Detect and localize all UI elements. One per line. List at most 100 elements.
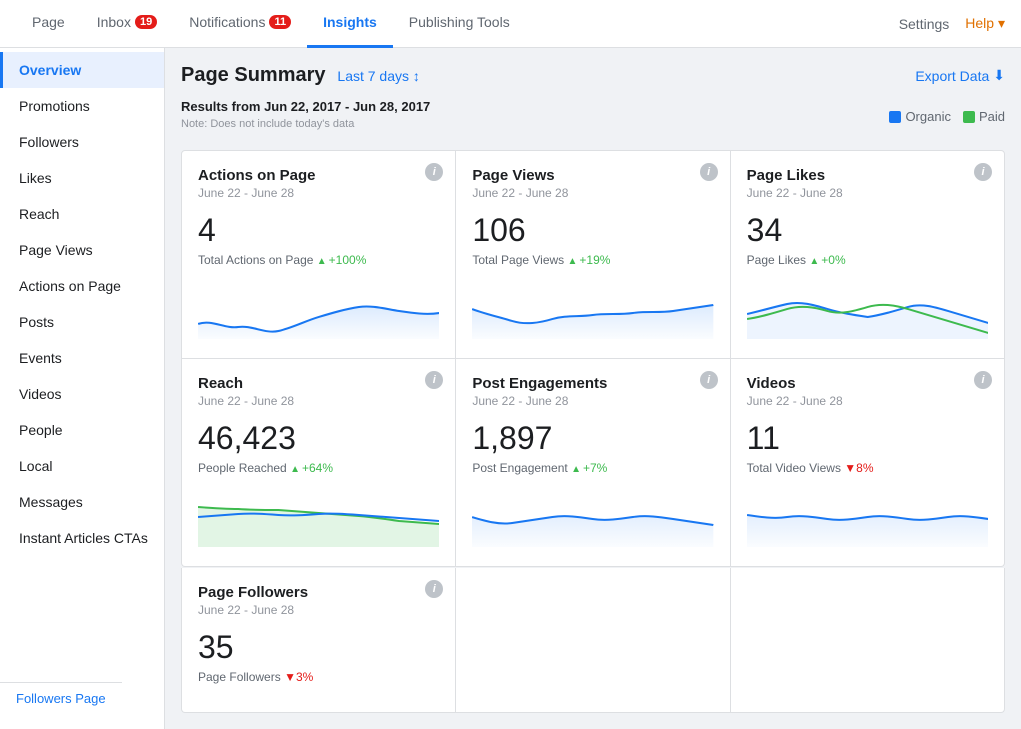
sidebar-item-events[interactable]: Events [0, 340, 164, 376]
sidebar-item-actions-on-page[interactable]: Actions on Page [0, 268, 164, 304]
trend-page-likes: +0% [809, 253, 845, 267]
card-label-actions: Total Actions on Page +100% [198, 253, 439, 267]
sidebar-item-promotions[interactable]: Promotions [0, 88, 164, 124]
nav-page[interactable]: Page [16, 0, 81, 48]
sparkline-videos [747, 487, 988, 547]
legend-paid: Paid [963, 109, 1005, 124]
card-value-page-views: 106 [472, 212, 713, 249]
card-page-followers: i Page Followers June 22 - June 28 35 Pa… [182, 568, 455, 712]
sidebar-item-local[interactable]: Local [0, 448, 164, 484]
main-layout: Overview Promotions Followers Likes Reac… [0, 48, 1021, 729]
card-value-page-likes: 34 [747, 212, 988, 249]
settings-link[interactable]: Settings [899, 16, 950, 32]
sidebar-item-reach[interactable]: Reach [0, 196, 164, 232]
nav-notifications[interactable]: Notifications 11 [173, 0, 307, 48]
empty-card-1 [456, 568, 729, 712]
top-nav-right: Settings Help ▾ [899, 15, 1005, 32]
followers-page-link[interactable]: Followers Page [0, 682, 122, 714]
date-range-selector[interactable]: Last 7 days ↕ [337, 68, 420, 84]
export-data-button[interactable]: Export Data ⬇ [915, 67, 1005, 84]
bottom-cards-row: i Page Followers June 22 - June 28 35 Pa… [181, 568, 1005, 713]
sidebar-item-people[interactable]: People [0, 412, 164, 448]
legend: Organic Paid [889, 109, 1005, 124]
info-icon-videos[interactable]: i [974, 371, 992, 389]
empty-card-2 [731, 568, 1004, 712]
card-title-page-followers: Page Followers [198, 584, 439, 601]
sparkline-post-engagements [472, 487, 713, 547]
info-icon-reach[interactable]: i [425, 371, 443, 389]
trend-page-followers: ▼3% [284, 670, 313, 684]
inbox-badge: 19 [135, 15, 157, 29]
card-label-page-followers: Page Followers ▼3% [198, 670, 439, 684]
sidebar-item-instant-articles[interactable]: Instant Articles CTAs [0, 520, 164, 556]
nav-insights[interactable]: Insights [307, 0, 393, 48]
card-date-reach: June 22 - June 28 [198, 394, 439, 408]
card-actions-on-page: i Actions on Page June 22 - June 28 4 To… [182, 151, 455, 358]
trend-post-engagements: +7% [571, 461, 607, 475]
card-value-page-followers: 35 [198, 629, 439, 666]
card-title-post-engagements: Post Engagements [472, 375, 713, 392]
card-date-actions: June 22 - June 28 [198, 186, 439, 200]
sparkline-page-likes [747, 279, 988, 339]
sidebar-item-posts[interactable]: Posts [0, 304, 164, 340]
card-date-page-views: June 22 - June 28 [472, 186, 713, 200]
card-date-videos: June 22 - June 28 [747, 394, 988, 408]
card-title-reach: Reach [198, 375, 439, 392]
organic-color-dot [889, 111, 901, 123]
top-nav-left: Page Inbox 19 Notifications 11 Insights … [16, 0, 526, 48]
sidebar: Overview Promotions Followers Likes Reac… [0, 48, 165, 729]
info-icon-page-views[interactable]: i [700, 163, 718, 181]
card-label-page-views: Total Page Views +19% [472, 253, 713, 267]
card-title-page-likes: Page Likes [747, 167, 988, 184]
results-text-group: Results from Jun 22, 2017 - Jun 28, 2017… [181, 99, 430, 134]
nav-publishing-tools[interactable]: Publishing Tools [393, 0, 526, 48]
sparkline-reach [198, 487, 439, 547]
summary-header: Page Summary Last 7 days ↕ Export Data ⬇ [181, 64, 1005, 87]
sparkline-page-views [472, 279, 713, 339]
card-page-likes: i Page Likes June 22 - June 28 34 Page L… [731, 151, 1004, 358]
card-title-page-views: Page Views [472, 167, 713, 184]
card-value-reach: 46,423 [198, 420, 439, 457]
card-label-page-likes: Page Likes +0% [747, 253, 988, 267]
sidebar-item-likes[interactable]: Likes [0, 160, 164, 196]
summary-title-group: Page Summary Last 7 days ↕ [181, 64, 420, 87]
trend-reach: +64% [290, 461, 333, 475]
results-info: Results from Jun 22, 2017 - Jun 28, 2017… [181, 99, 1005, 134]
top-navigation: Page Inbox 19 Notifications 11 Insights … [0, 0, 1021, 48]
notifications-badge: 11 [269, 15, 291, 29]
card-videos: i Videos June 22 - June 28 11 Total Vide… [731, 359, 1004, 566]
page-summary-title: Page Summary [181, 64, 326, 86]
nav-inbox[interactable]: Inbox 19 [81, 0, 174, 48]
info-icon-actions[interactable]: i [425, 163, 443, 181]
sidebar-item-messages[interactable]: Messages [0, 484, 164, 520]
card-post-engagements: i Post Engagements June 22 - June 28 1,8… [456, 359, 729, 566]
card-label-videos: Total Video Views ▼8% [747, 461, 988, 475]
card-value-actions: 4 [198, 212, 439, 249]
card-label-post-engagements: Post Engagement +7% [472, 461, 713, 475]
info-icon-page-followers[interactable]: i [425, 580, 443, 598]
sidebar-item-videos[interactable]: Videos [0, 376, 164, 412]
card-date-page-likes: June 22 - June 28 [747, 186, 988, 200]
export-icon: ⬇ [993, 67, 1005, 84]
card-value-post-engagements: 1,897 [472, 420, 713, 457]
trend-page-views: +19% [568, 253, 611, 267]
sidebar-item-page-views[interactable]: Page Views [0, 232, 164, 268]
card-date-page-followers: June 22 - June 28 [198, 603, 439, 617]
card-label-reach: People Reached +64% [198, 461, 439, 475]
main-content: Page Summary Last 7 days ↕ Export Data ⬇… [165, 48, 1021, 729]
info-icon-page-likes[interactable]: i [974, 163, 992, 181]
info-icon-post-engagements[interactable]: i [700, 371, 718, 389]
sidebar-item-overview[interactable]: Overview [0, 52, 164, 88]
card-title-videos: Videos [747, 375, 988, 392]
trend-actions: +100% [317, 253, 367, 267]
sparkline-actions [198, 279, 439, 339]
help-link[interactable]: Help ▾ [965, 15, 1005, 32]
paid-color-dot [963, 111, 975, 123]
card-reach: i Reach June 22 - June 28 46,423 People … [182, 359, 455, 566]
results-note: Note: Does not include today's data [181, 114, 430, 134]
card-title-actions: Actions on Page [198, 167, 439, 184]
sidebar-item-followers[interactable]: Followers [0, 124, 164, 160]
trend-videos: ▼8% [844, 461, 873, 475]
card-value-videos: 11 [747, 420, 988, 457]
card-date-post-engagements: June 22 - June 28 [472, 394, 713, 408]
